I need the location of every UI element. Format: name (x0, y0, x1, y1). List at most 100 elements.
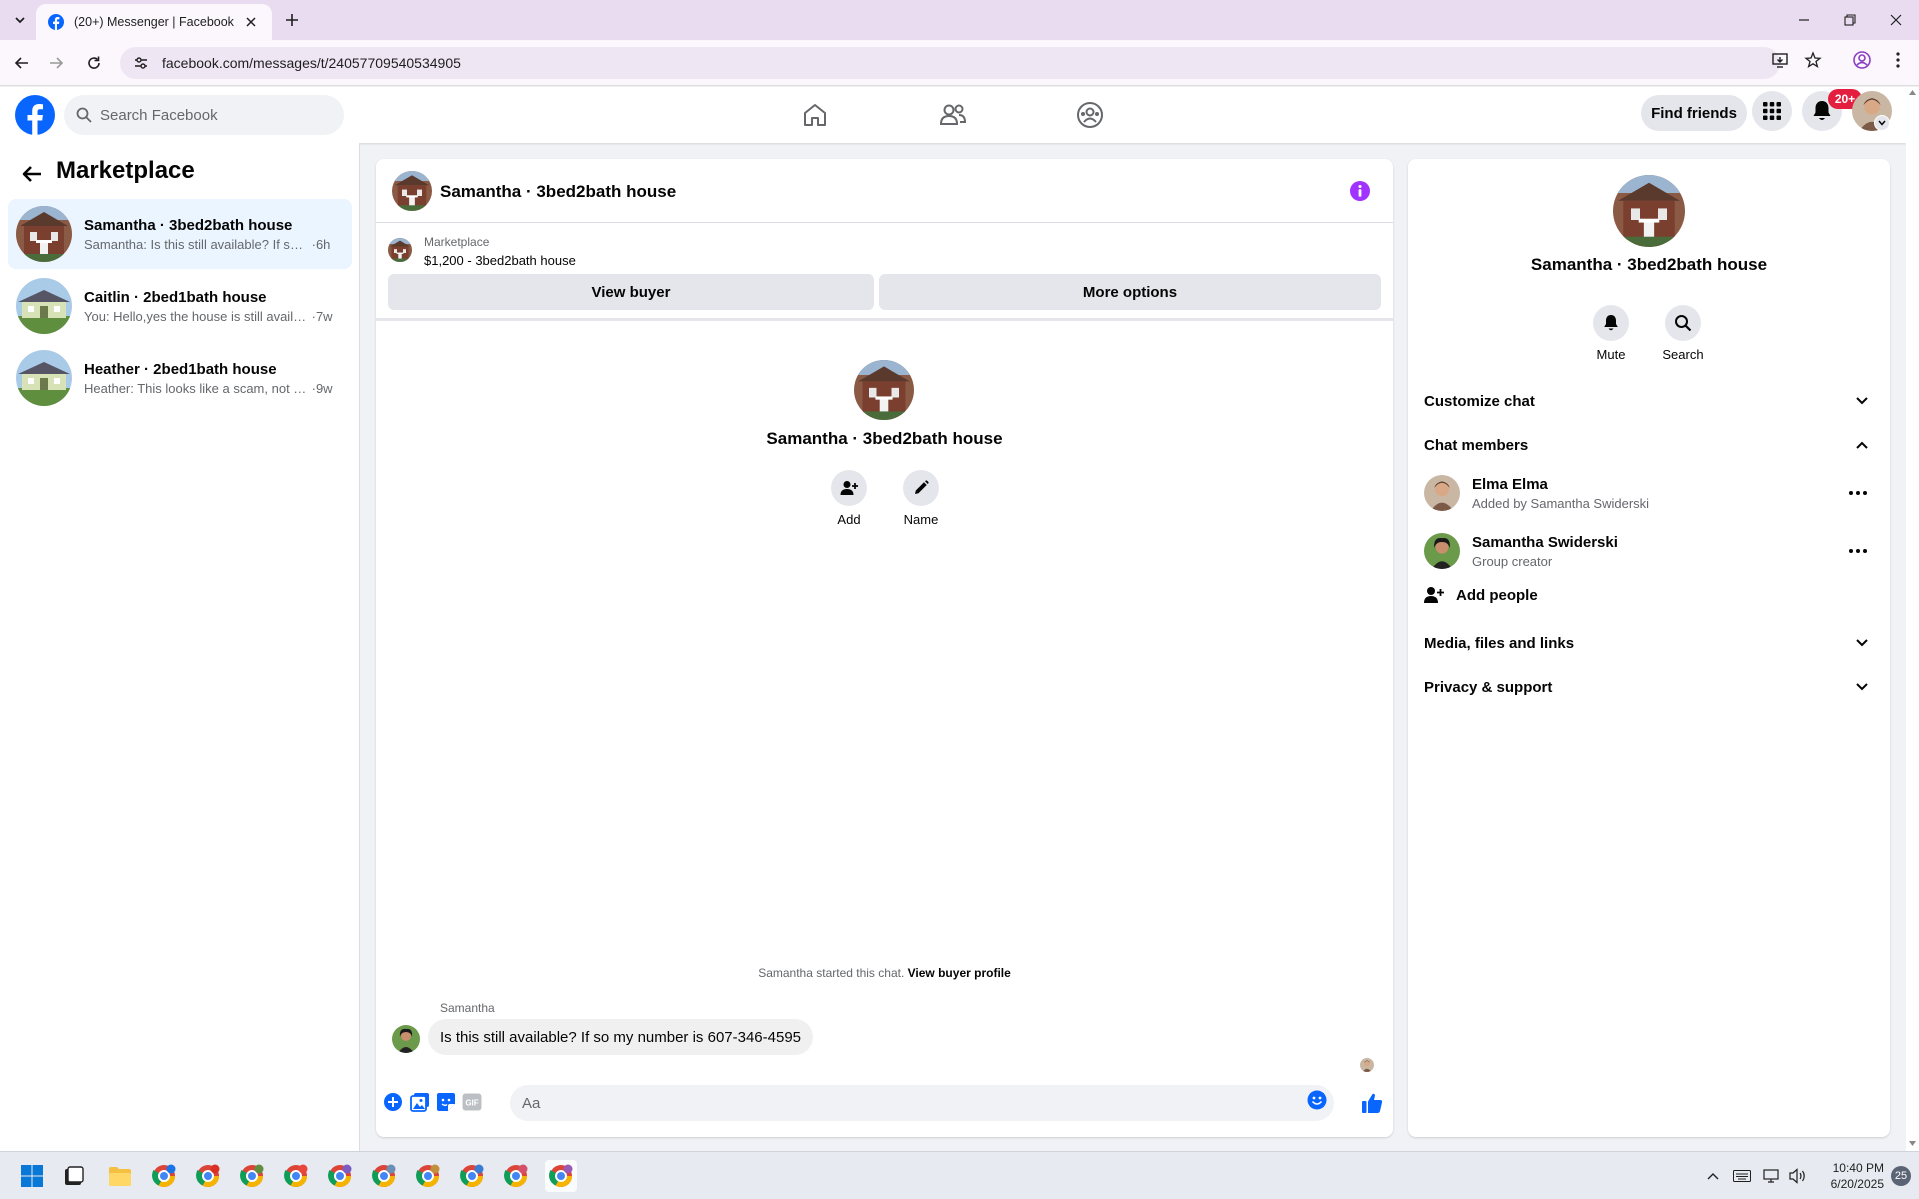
more-options-ellipsis-icon[interactable] (1846, 539, 1870, 563)
keyboard-icon[interactable] (1732, 1166, 1752, 1186)
more-options-ellipsis-icon[interactable] (1846, 481, 1870, 505)
account-chevron-down-icon[interactable] (1874, 115, 1890, 131)
marketplace-conversation-sidebar: Marketplace Samantha · 3bed2bath house S… (0, 143, 360, 1151)
task-view-icon[interactable] (58, 1160, 90, 1192)
chrome-profile-5-icon[interactable] (324, 1160, 356, 1192)
message-sender-name: Samantha (440, 1001, 495, 1015)
chrome-profile-4-icon[interactable] (280, 1160, 312, 1192)
chrome-profile-7-icon[interactable] (412, 1160, 444, 1192)
chat-header: Samantha · 3bed2bath house (376, 159, 1393, 223)
address-bar[interactable]: facebook.com/messages/t/2405770954053490… (120, 47, 1780, 79)
chrome-menu-kebab-icon[interactable] (1886, 48, 1910, 72)
conversation-name: Samantha · 3bed2bath house (84, 216, 293, 234)
forward-arrow-icon[interactable] (42, 49, 70, 77)
privacy-support-section[interactable]: Privacy & support (1416, 667, 1882, 707)
volume-icon[interactable] (1788, 1166, 1808, 1186)
taskbar-clock[interactable]: 10:40 PM 6/20/2025 (1818, 1160, 1884, 1192)
media-files-links-label: Media, files and links (1424, 634, 1575, 652)
search-label: Search (1662, 347, 1704, 362)
bookmark-star-icon[interactable] (1801, 48, 1825, 72)
back-arrow-icon[interactable] (16, 158, 48, 190)
info-panel-avatar[interactable] (1613, 175, 1685, 247)
show-hidden-icons-chevron-icon[interactable] (1703, 1166, 1723, 1186)
facebook-search-box[interactable] (64, 95, 344, 135)
add-people-button[interactable]: Add people (1424, 577, 1538, 613)
groups-nav-icon[interactable] (1035, 95, 1145, 135)
install-app-icon[interactable] (1768, 48, 1792, 72)
back-arrow-icon[interactable] (8, 49, 36, 77)
site-info-tune-icon[interactable] (132, 54, 150, 72)
chevron-down-icon (1854, 393, 1870, 409)
chrome-profile-9-icon[interactable] (500, 1160, 532, 1192)
conversation-info-panel: Samantha · 3bed2bath house Mute Search C… (1408, 159, 1890, 1137)
listing-thumbnail[interactable] (388, 238, 412, 262)
search-input[interactable] (100, 106, 320, 124)
windows-taskbar: 10:40 PM 6/20/2025 25 (0, 1151, 1919, 1199)
browser-tab-active[interactable]: (20+) Messenger | Facebook (36, 4, 272, 40)
search-in-conversation-button[interactable]: Search (1653, 305, 1713, 362)
customize-chat-section[interactable]: Customize chat (1416, 381, 1882, 421)
message-sender-avatar[interactable] (392, 1025, 420, 1053)
chat-avatar[interactable] (392, 171, 432, 211)
file-explorer-icon[interactable] (104, 1160, 136, 1192)
more-options-button[interactable]: More options (879, 274, 1381, 310)
conversation-info-icon[interactable] (1350, 181, 1370, 201)
name-chat-button[interactable]: Name (891, 470, 951, 527)
conversation-item-samantha[interactable]: Samantha · 3bed2bath house Samantha: Is … (8, 199, 352, 269)
conversation-item-heather[interactable]: Heather · 2bed1bath house Heather: This … (8, 343, 352, 413)
chrome-profile-3-icon[interactable] (236, 1160, 268, 1192)
attach-photo-icon[interactable] (409, 1091, 431, 1113)
tab-search-chevron-icon[interactable] (8, 8, 32, 32)
restore-window-icon[interactable] (1828, 6, 1872, 34)
view-buyer-profile-link[interactable]: View buyer profile (908, 966, 1011, 980)
tab-close-icon[interactable] (242, 13, 260, 31)
chat-member-item[interactable]: Samantha Swiderski Group creator (1416, 522, 1882, 580)
mute-button[interactable]: Mute (1581, 305, 1641, 362)
conversation-time: ·9w (311, 380, 333, 396)
member-role: Added by Samantha Swiderski (1472, 495, 1650, 511)
notification-center-badge[interactable]: 25 (1891, 1166, 1911, 1186)
sticker-icon[interactable] (435, 1091, 457, 1113)
chrome-profile-icon[interactable] (1850, 48, 1874, 72)
message-input-wrapper[interactable] (510, 1085, 1334, 1121)
add-member-button[interactable]: Add (819, 470, 879, 527)
gif-icon[interactable]: GIF (461, 1091, 483, 1113)
chevron-down-icon (1854, 635, 1870, 651)
facebook-logo-icon[interactable] (15, 95, 55, 135)
search-icon (76, 107, 92, 123)
minimize-window-icon[interactable] (1782, 6, 1826, 34)
media-files-links-section[interactable]: Media, files and links (1416, 623, 1882, 663)
chevron-down-icon (1854, 679, 1870, 695)
home-nav-icon[interactable] (760, 95, 870, 135)
listing-title[interactable]: $1,200 - 3bed2bath house (424, 253, 576, 268)
menu-grid-icon[interactable] (1752, 91, 1792, 131)
view-buyer-button[interactable]: View buyer (388, 274, 874, 310)
new-tab-plus-icon[interactable] (280, 8, 304, 32)
find-friends-button[interactable]: Find friends (1641, 95, 1747, 131)
more-actions-plus-icon[interactable] (382, 1091, 404, 1113)
friends-nav-icon[interactable] (898, 95, 1008, 135)
chat-members-section[interactable]: Chat members (1416, 425, 1882, 465)
conversation-preview: Samantha: Is this still available? If so… (84, 236, 308, 252)
message-input[interactable] (522, 1094, 1302, 1112)
windows-start-icon[interactable] (16, 1160, 48, 1192)
thumbs-up-like-icon[interactable] (1360, 1091, 1384, 1115)
chrome-profile-8-icon[interactable] (456, 1160, 488, 1192)
chrome-profile-1-icon[interactable] (148, 1160, 180, 1192)
chrome-profile-2-icon[interactable] (192, 1160, 224, 1192)
emoji-smiley-icon[interactable] (1306, 1089, 1328, 1111)
network-icon[interactable] (1762, 1166, 1782, 1186)
customize-chat-label: Customize chat (1424, 392, 1535, 410)
chat-title[interactable]: Samantha · 3bed2bath house (440, 182, 676, 202)
conversation-avatar (16, 206, 72, 262)
address-url: facebook.com/messages/t/2405770954053490… (162, 55, 461, 71)
page-scrollbar[interactable] (1906, 87, 1919, 1151)
pencil-icon (903, 470, 939, 506)
chrome-profile-6-icon[interactable] (368, 1160, 400, 1192)
chat-member-item[interactable]: Elma Elma Added by Samantha Swiderski (1416, 464, 1882, 522)
message-bubble[interactable]: Is this still available? If so my number… (428, 1019, 814, 1055)
chrome-active-window-icon[interactable] (545, 1160, 577, 1192)
close-window-icon[interactable] (1874, 6, 1918, 34)
conversation-item-caitlin[interactable]: Caitlin · 2bed1bath house You: Hello,yes… (8, 271, 352, 341)
reload-icon[interactable] (80, 49, 108, 77)
